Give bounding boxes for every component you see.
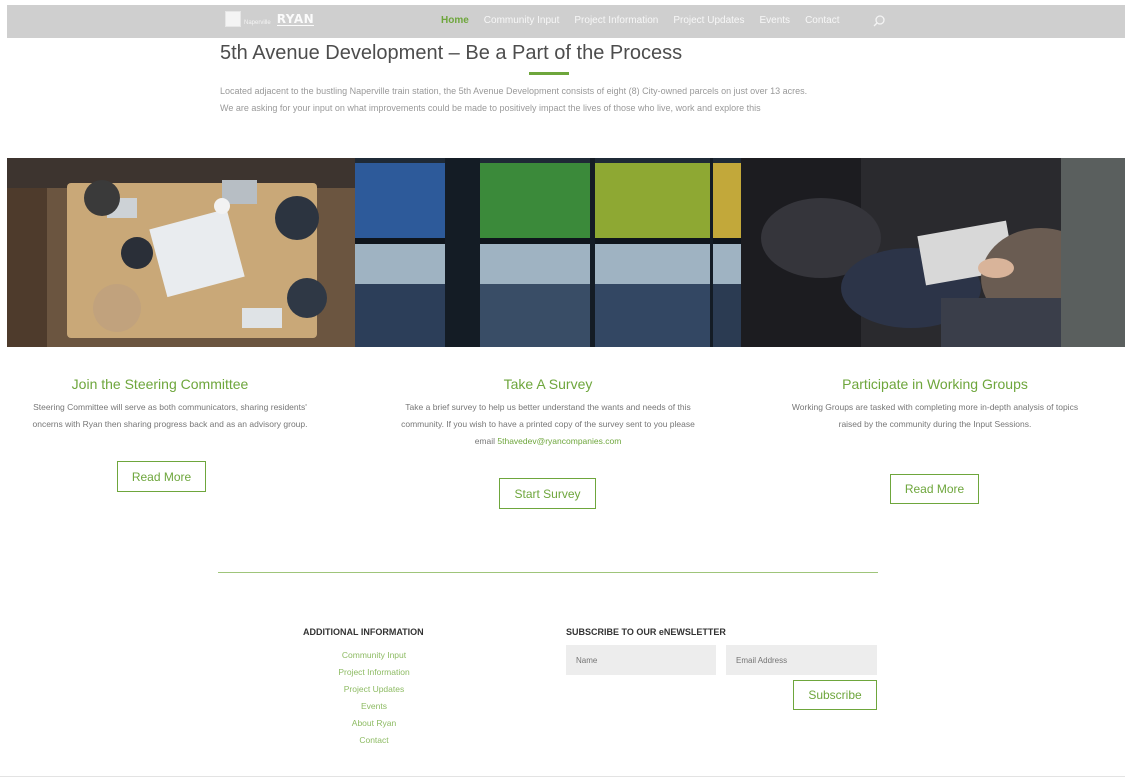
footer-link-community-input[interactable]: Community Input: [300, 647, 448, 664]
survey-email-link[interactable]: 5thavedev@ryancompanies.com: [497, 436, 621, 446]
newsletter-email-input[interactable]: [726, 645, 877, 675]
meeting-table-photo: [7, 158, 355, 347]
take-survey-title: Take A Survey: [503, 376, 593, 392]
working-groups-text-line-2: raised by the community during the Input…: [838, 419, 1032, 429]
intro-line-1: Located adjacent to the bustling Napervi…: [220, 86, 808, 96]
city-logo-mark: [225, 11, 241, 27]
additional-info-heading: ADDITIONAL INFORMATION: [303, 627, 424, 637]
footer-link-contact[interactable]: Contact: [300, 732, 448, 749]
start-survey-button[interactable]: Start Survey: [499, 478, 596, 509]
newsletter-heading: SUBSCRIBE TO OUR eNEWSLETTER: [566, 627, 726, 637]
take-survey-text: Take a brief survey to help us better un…: [363, 399, 733, 450]
email-prefix: email: [474, 436, 495, 446]
take-survey-text-line-3: email 5thavedev@ryancompanies.com: [363, 433, 733, 450]
take-survey-text-line-1: Take a brief survey to help us better un…: [405, 402, 691, 412]
steering-committee-text-line-2: oncerns with Ryan then sharing progress …: [32, 419, 308, 429]
footer-link-project-information[interactable]: Project Information: [300, 664, 448, 681]
subscribe-button[interactable]: Subscribe: [793, 680, 877, 710]
working-groups-text: Working Groups are tasked with completin…: [752, 399, 1118, 433]
take-survey-text-line-2: community. If you wish to have a printed…: [401, 419, 695, 429]
newsletter-name-input[interactable]: [566, 645, 716, 675]
audience-notes-photo: [741, 158, 1125, 347]
nav-item-project-updates[interactable]: Project Updates: [673, 15, 744, 26]
nav-item-community-input[interactable]: Community Input: [484, 15, 560, 26]
working-groups-text-line-1: Working Groups are tasked with completin…: [791, 402, 1079, 412]
section-divider: [218, 572, 878, 573]
steering-committee-text: Steering Committee will serve as both co…: [0, 399, 340, 433]
working-groups-read-more-button[interactable]: Read More: [890, 474, 979, 504]
top-nav-bar: Naperville RYAN Home Community Input Pro…: [7, 5, 1125, 38]
binders-shelf-photo: [355, 158, 741, 347]
page-title: 5th Avenue Development – Be a Part of th…: [220, 42, 683, 64]
ryan-logo[interactable]: RYAN: [276, 13, 315, 26]
city-logo-text: Naperville: [244, 20, 271, 26]
search-icon[interactable]: [872, 14, 886, 28]
city-logo[interactable]: Naperville: [225, 11, 271, 27]
working-groups-title: Participate in Working Groups: [842, 376, 1028, 392]
footer-links: Community Input Project Information Proj…: [300, 647, 448, 749]
nav-item-home[interactable]: Home: [441, 15, 469, 26]
intro-line-2: We are asking for your input on what imp…: [220, 103, 761, 113]
intro-text: Located adjacent to the bustling Napervi…: [220, 83, 900, 117]
nav-menu: Home Community Input Project Information…: [441, 15, 840, 26]
logo-group[interactable]: Naperville RYAN: [225, 11, 315, 27]
footer-link-project-updates[interactable]: Project Updates: [300, 681, 448, 698]
title-underline: [529, 72, 569, 75]
steering-committee-read-more-button[interactable]: Read More: [117, 461, 206, 492]
nav-item-contact[interactable]: Contact: [805, 15, 839, 26]
nav-item-project-information[interactable]: Project Information: [574, 15, 658, 26]
steering-committee-text-line-1: Steering Committee will serve as both co…: [33, 402, 307, 412]
nav-item-events[interactable]: Events: [759, 15, 790, 26]
footer-link-about-ryan[interactable]: About Ryan: [300, 715, 448, 732]
steering-committee-title: Join the Steering Committee: [71, 376, 249, 392]
footer-link-events[interactable]: Events: [300, 698, 448, 715]
